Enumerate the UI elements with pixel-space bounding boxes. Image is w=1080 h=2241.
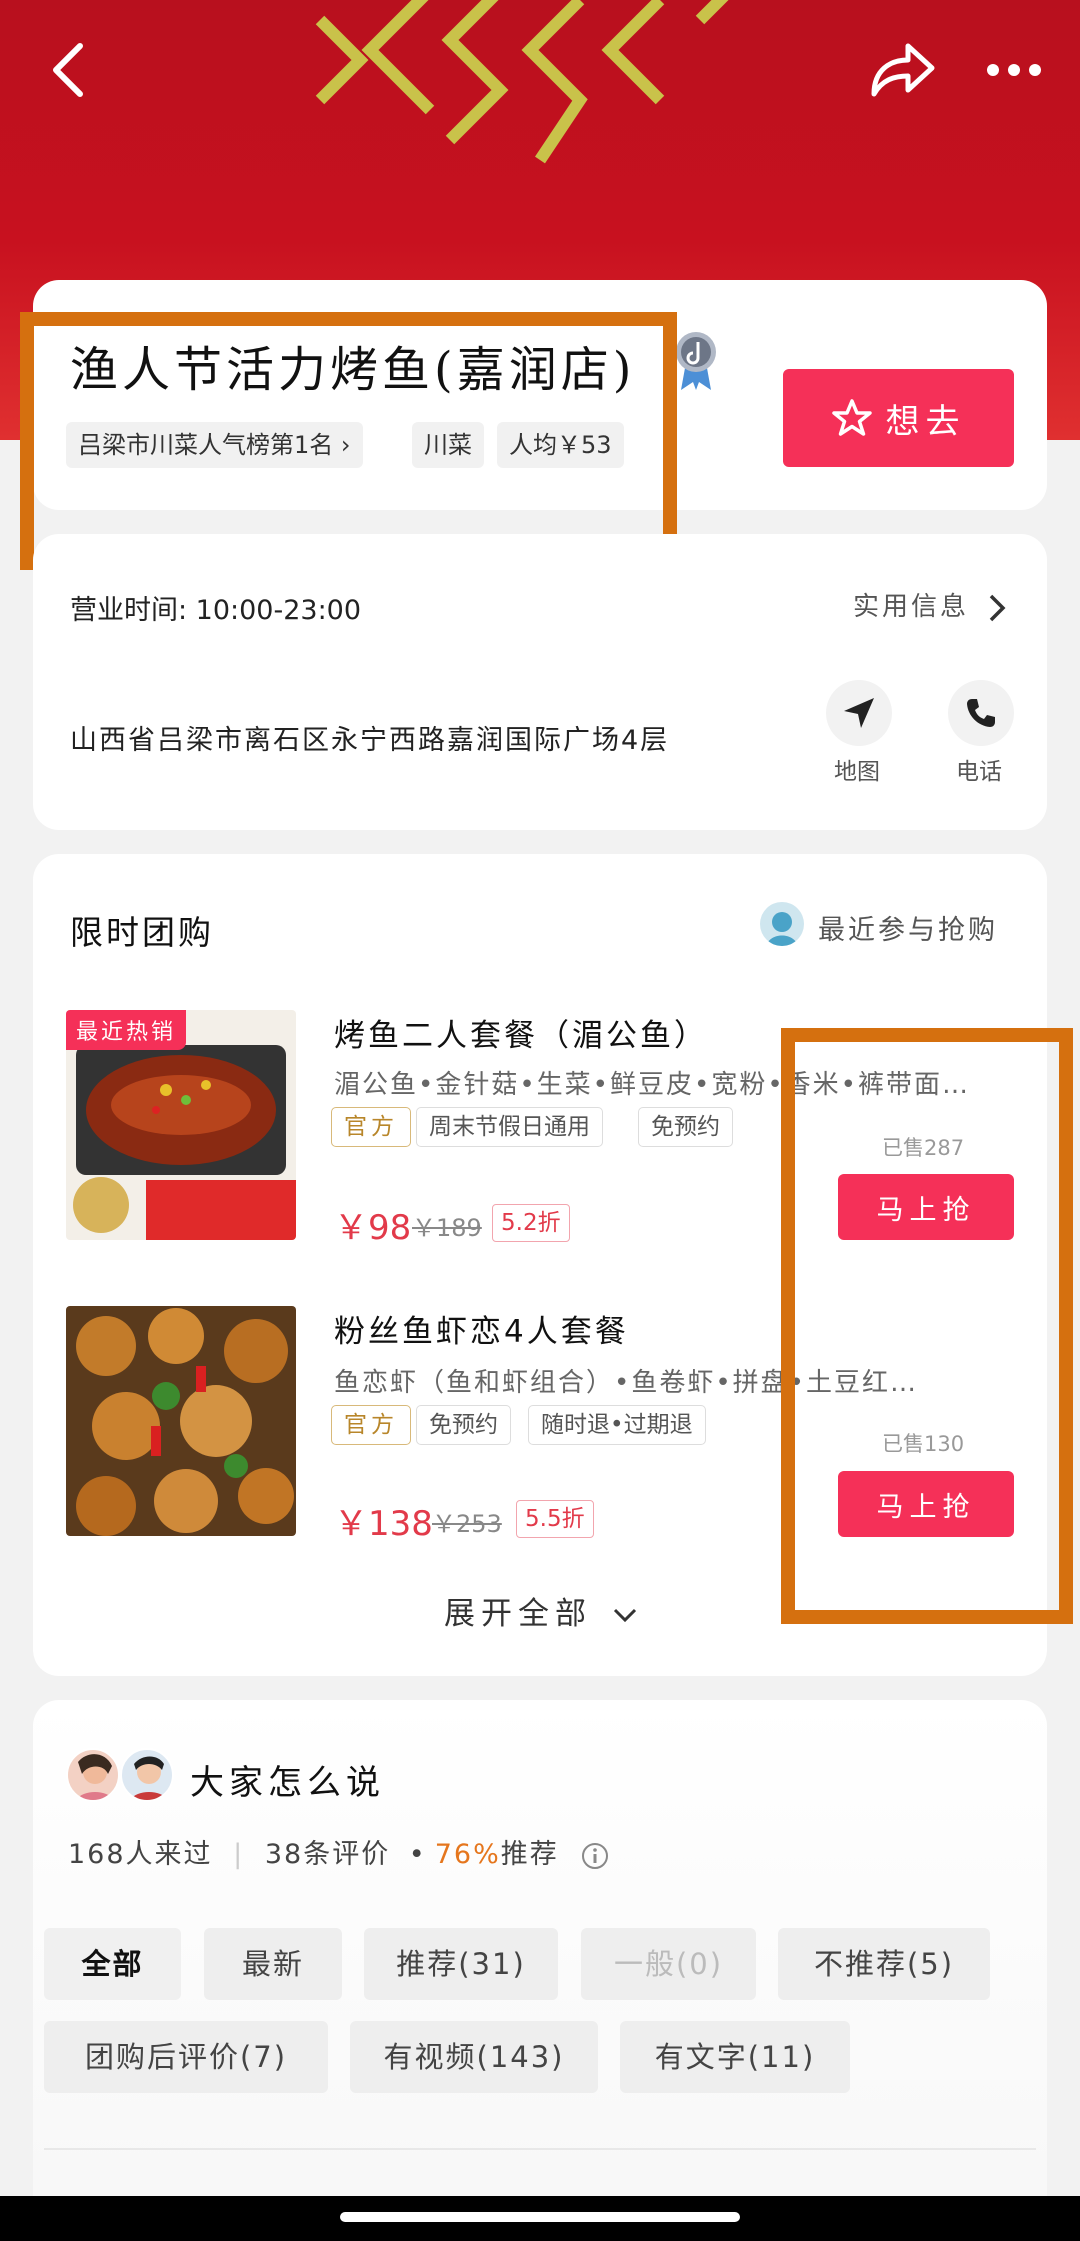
deal-price: ￥138 (334, 1504, 433, 1544)
expand-all-button[interactable]: 展开全部 (444, 1588, 638, 1633)
chevron-right-icon (990, 594, 1006, 621)
grab-now-button[interactable]: 马上抢 (838, 1471, 1014, 1537)
original-price: ￥189 (412, 1214, 482, 1242)
filter-after-group-buy[interactable]: 团购后评价(7) (44, 2021, 328, 2093)
deal-name[interactable]: 粉丝鱼虾恋4人套餐 (334, 1306, 629, 1351)
map-button[interactable] (826, 680, 892, 746)
reviews-title: 大家怎么说 (190, 1763, 385, 1803)
filter-latest[interactable]: 最新 (204, 1928, 342, 2000)
filter-text[interactable]: 有文字(11) (620, 2021, 850, 2093)
share-button[interactable] (863, 30, 943, 110)
deal-tag: 免预约 (638, 1107, 733, 1147)
discount-tag: 5.2折 (492, 1204, 570, 1242)
map-label: 地图 (834, 759, 880, 785)
chevron-down-icon (613, 1608, 636, 1622)
filter-not-recommend[interactable]: 不推荐(5) (778, 1928, 990, 2000)
divider (44, 2148, 1036, 2150)
filter-neutral[interactable]: 一般(0) (581, 1928, 756, 2000)
phone-label: 电话 (956, 759, 1002, 785)
ranking-tag[interactable]: 吕梁市川菜人气榜第1名 › (66, 422, 363, 468)
reviewer-avatar (120, 1748, 174, 1802)
navigation-icon (844, 698, 874, 728)
share-icon (871, 43, 935, 97)
more-button[interactable] (974, 30, 1054, 110)
chevron-right-icon: › (340, 431, 351, 459)
recommend-percent: 76% (434, 1839, 501, 1870)
reviews-summary: 168人来过 | 38条评价 • 76%推荐 (68, 1832, 609, 1871)
filter-all[interactable]: 全部 (44, 1928, 181, 2000)
back-button[interactable] (28, 30, 108, 110)
deal-tag: 免预约 (416, 1405, 511, 1445)
discount-tag: 5.5折 (516, 1500, 594, 1538)
cuisine-tag: 川菜 (412, 422, 484, 468)
practical-info-link[interactable]: 实用信息 (853, 586, 1006, 623)
deal-image[interactable]: 最近热销 (66, 1010, 296, 1240)
business-hours: 营业时间: 10:00-23:00 (70, 595, 362, 626)
visited-count: 168人来过 (68, 1839, 213, 1870)
deal-tag: 随时退•过期退 (528, 1405, 706, 1445)
group-buy-card (33, 854, 1047, 1676)
banner-decoration (315, 0, 729, 164)
reviewer-avatar (66, 1748, 120, 1802)
buyer-avatar (760, 902, 804, 946)
info-icon[interactable] (581, 1842, 609, 1870)
deal-name[interactable]: 烤鱼二人套餐（湄公鱼） (334, 1010, 708, 1055)
divider: | (233, 1839, 245, 1870)
chevron-left-icon (53, 43, 83, 97)
sold-count: 已售287 (882, 1136, 965, 1160)
filter-video[interactable]: 有视频(143) (350, 2021, 598, 2093)
phone-icon (967, 699, 995, 727)
deal-description: 鱼恋虾（鱼和虾组合）•鱼卷虾•拼盘•土豆红… (334, 1368, 919, 1398)
group-buy-title: 限时团购 (70, 913, 214, 952)
address: 山西省吕梁市离石区永宁西路嘉润国际广场4层 (70, 725, 670, 756)
separator-dot: • (408, 1839, 427, 1870)
info-card (33, 534, 1047, 830)
avg-price-tag: 人均￥53 (497, 422, 624, 468)
shop-name: 渔人节活力烤鱼(嘉润店) (70, 342, 636, 398)
filter-recommend[interactable]: 推荐(31) (364, 1928, 558, 2000)
original-price: ￥253 (432, 1510, 502, 1538)
sold-count: 已售130 (882, 1432, 965, 1456)
home-indicator[interactable] (340, 2212, 740, 2222)
deal-tag: 周末节假日通用 (416, 1107, 603, 1147)
deal-image[interactable] (66, 1306, 296, 1536)
more-icon (987, 64, 1041, 76)
douyin-badge-icon (673, 330, 719, 392)
review-count: 38条评价 (264, 1839, 391, 1870)
want-to-go-button[interactable]: 想去 (783, 369, 1014, 467)
official-tag: 官方 (331, 1107, 411, 1147)
deal-price: ￥98 (334, 1208, 412, 1248)
deal-description: 湄公鱼•金针菇•生菜•鲜豆皮•宽粉•香米•裤带面… (334, 1070, 971, 1100)
hot-sale-badge: 最近热销 (66, 1010, 187, 1050)
star-icon (831, 399, 872, 436)
grab-now-button[interactable]: 马上抢 (838, 1174, 1014, 1240)
recommend-label: 推荐 (500, 1839, 559, 1870)
official-tag: 官方 (331, 1405, 411, 1445)
recent-buyers-text[interactable]: 最近参与抢购 (818, 908, 998, 947)
want-label: 想去 (885, 401, 966, 442)
phone-button[interactable] (948, 680, 1014, 746)
